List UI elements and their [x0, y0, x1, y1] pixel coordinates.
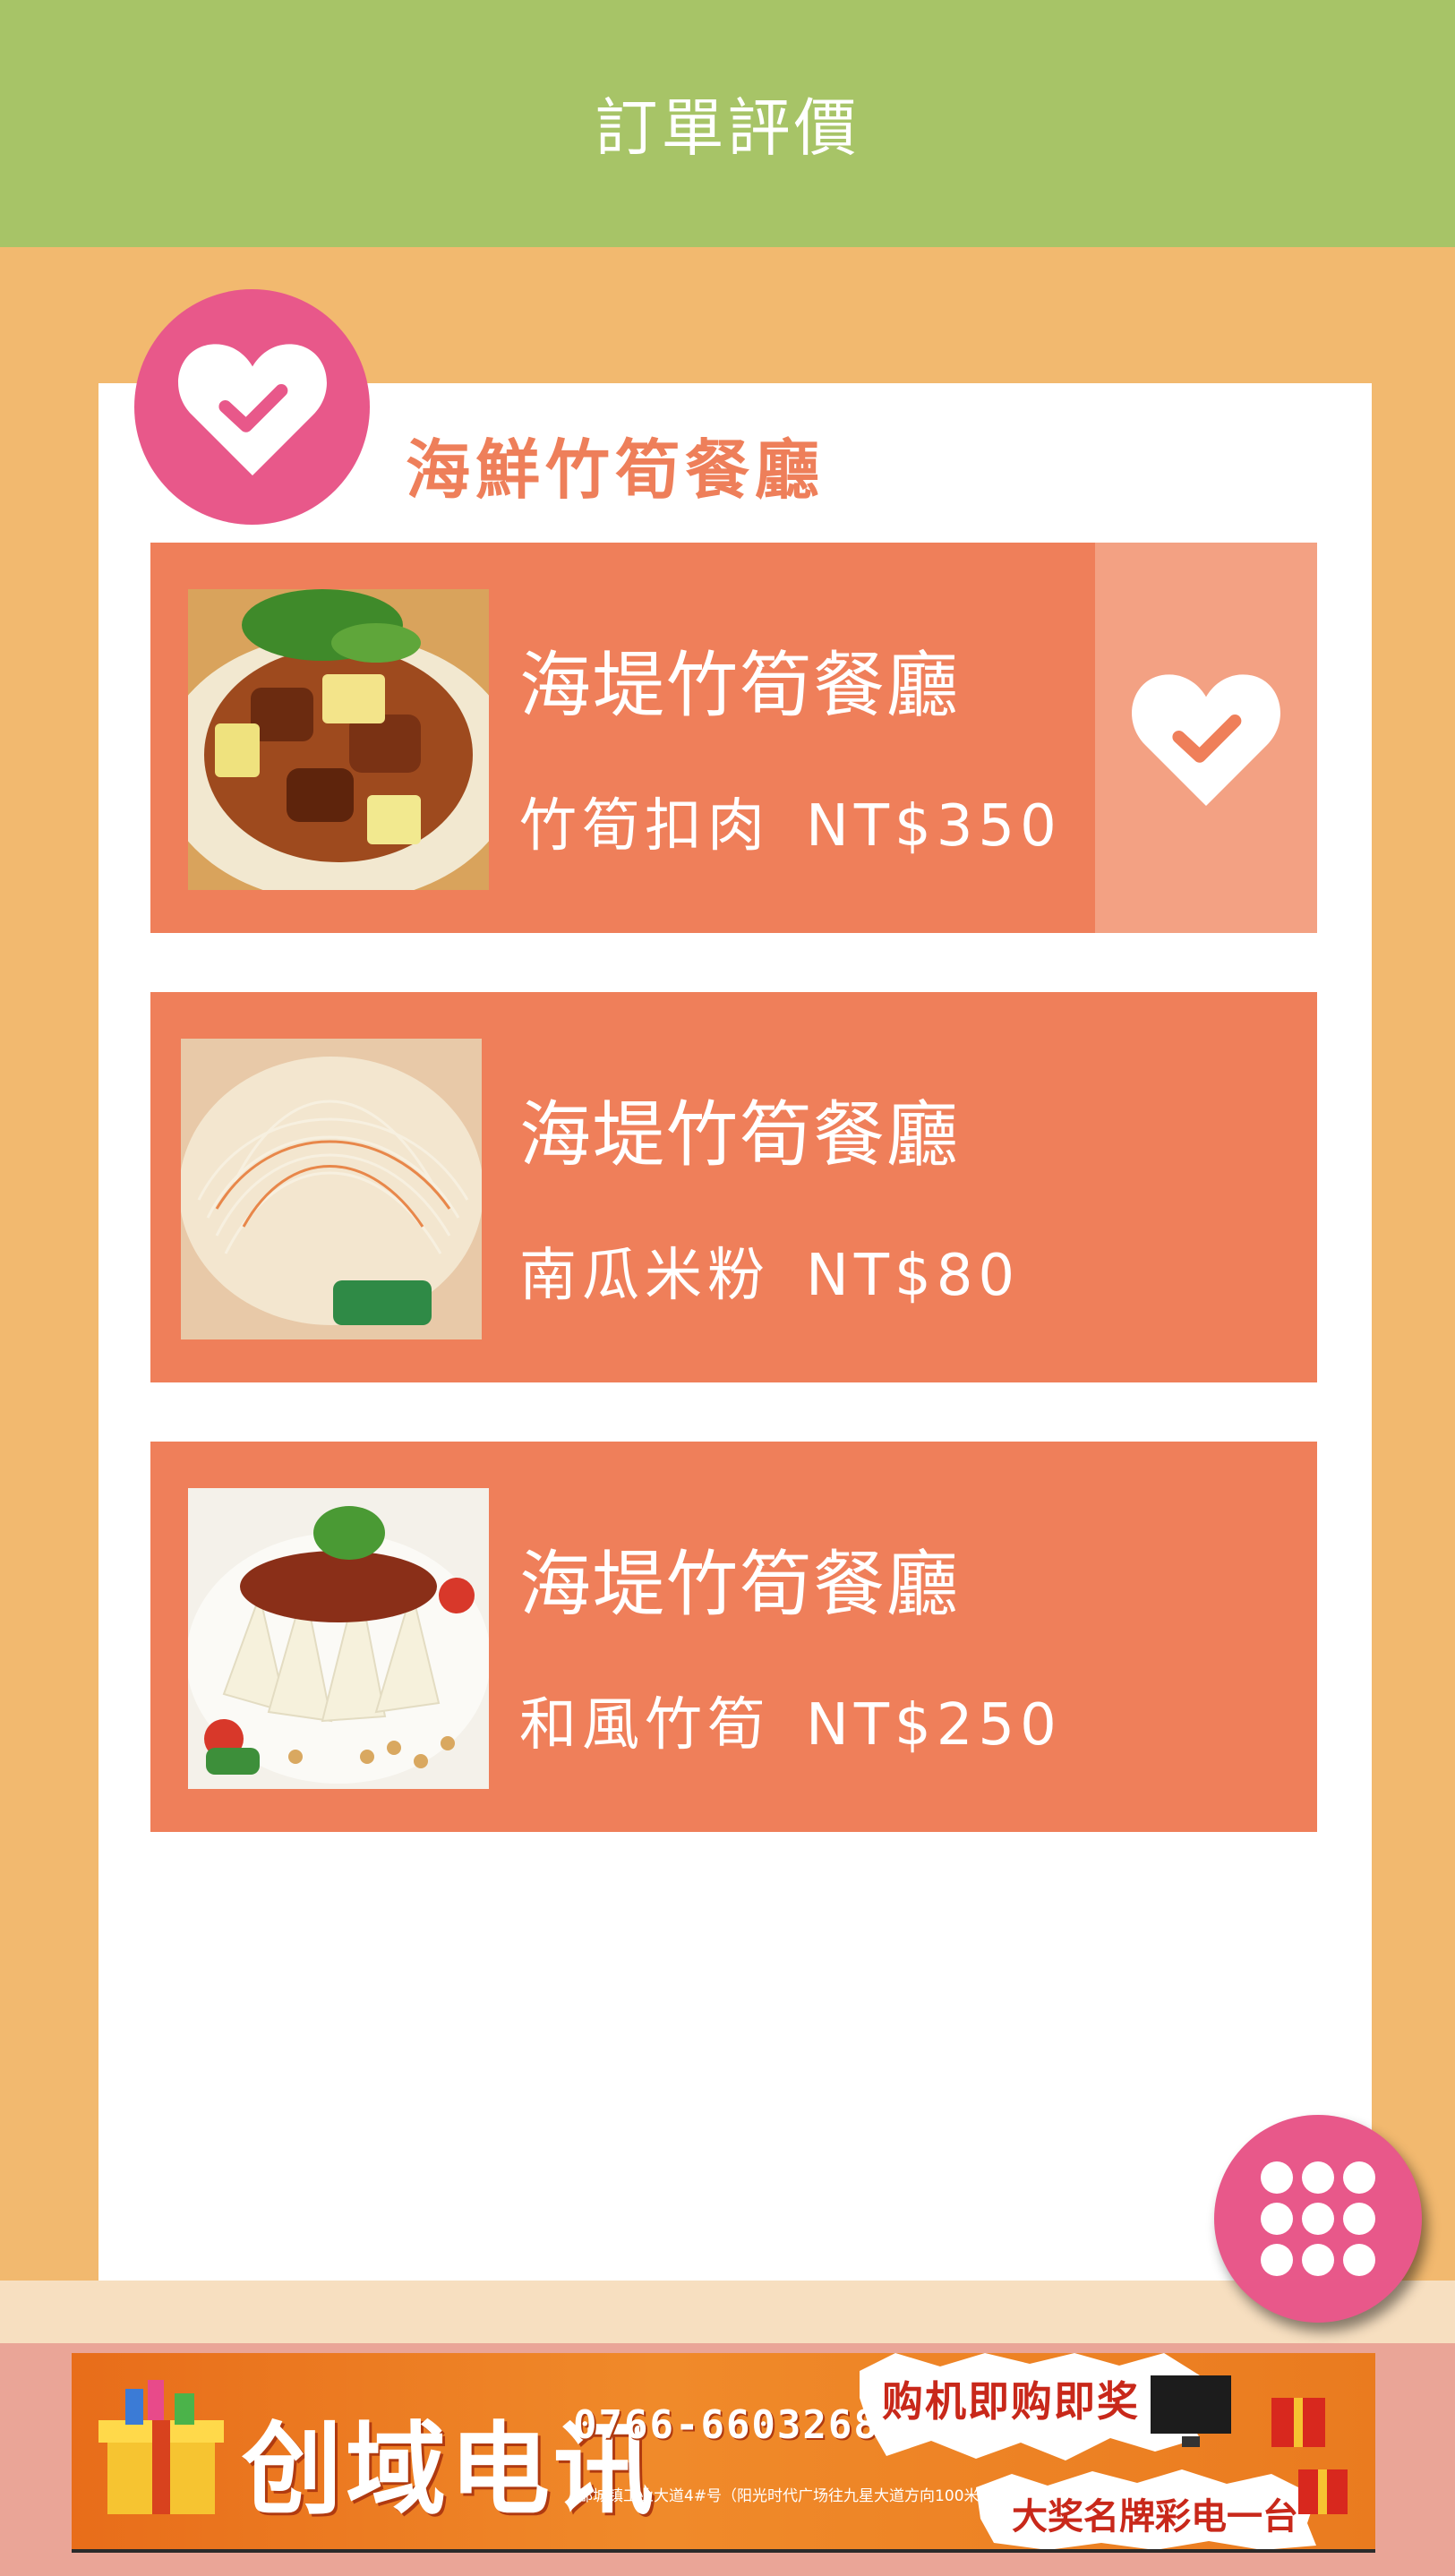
dish-price: NT$80 — [806, 1243, 1021, 1309]
footer-strip — [0, 2281, 1455, 2343]
gift-icon — [1271, 2398, 1348, 2514]
dish-photo — [181, 1039, 482, 1339]
heart-check-icon — [1132, 674, 1280, 807]
tv-icon — [1151, 2375, 1231, 2447]
restaurant-title: 海鮮竹筍餐廳 — [406, 432, 826, 508]
page-title: 訂單評價 — [595, 90, 860, 165]
ad-phone: 0766-6603268 — [573, 2402, 879, 2448]
grid-menu-button[interactable] — [1214, 2115, 1422, 2323]
order-item[interactable]: 海堤竹筍餐廳 竹筍扣肉 NT$350 — [150, 543, 1317, 933]
dish-price: NT$350 — [806, 793, 1062, 860]
dish-name: 和風竹筍 — [519, 1692, 770, 1759]
order-restaurant-name: 海堤竹筍餐廳 — [519, 644, 960, 727]
order-dish-line: 竹筍扣肉 NT$350 — [519, 780, 1062, 862]
order-item[interactable]: 海堤竹筍餐廳 和風竹筍 NT$250 — [150, 1442, 1317, 1832]
order-item[interactable]: 海堤竹筍餐廳 南瓜米粉 NT$80 — [150, 992, 1317, 1382]
ad-address: 郡城镇工业大道4#号（阳光时代广场往九星大道方向100米） — [578, 2487, 995, 2505]
dish-name: 南瓜米粉 — [519, 1243, 770, 1309]
ad-promo: 购机即购即奖 — [882, 2377, 1140, 2426]
heart-check-icon — [134, 289, 370, 525]
dish-name: 竹筍扣肉 — [519, 793, 770, 860]
dish-photo — [188, 1488, 489, 1789]
dish-price: NT$250 — [806, 1692, 1062, 1759]
rate-button[interactable] — [1095, 543, 1317, 933]
order-restaurant-name: 海堤竹筍餐廳 — [519, 1093, 960, 1177]
order-restaurant-name: 海堤竹筍餐廳 — [519, 1543, 960, 1626]
gift-box-icon — [98, 2380, 224, 2514]
header-bar: 訂單評價 — [0, 0, 1455, 247]
order-dish-line: 和風竹筍 NT$250 — [519, 1679, 1062, 1761]
ad-banner[interactable]: 创域电讯 0766-6603268 郡城镇工业大道4#号（阳光时代广场往九星大道… — [72, 2353, 1375, 2553]
dish-photo — [188, 589, 489, 890]
order-dish-line: 南瓜米粉 NT$80 — [519, 1229, 1020, 1312]
